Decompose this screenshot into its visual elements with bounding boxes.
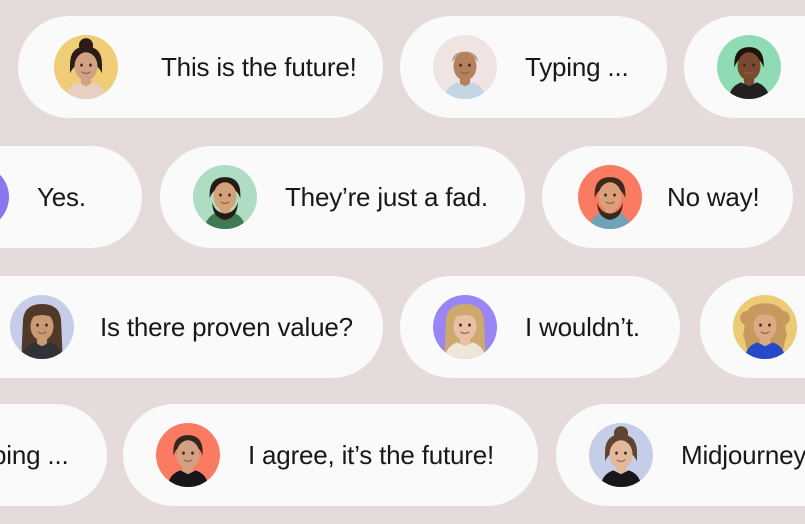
message-pill-midjourney[interactable]: Midjourney.: [556, 404, 805, 506]
avatar-woman-violet: [433, 295, 497, 359]
avatar-woman-lavender: [589, 423, 653, 487]
message-pill-i-wouldnt[interactable]: I wouldn’t.: [400, 276, 680, 378]
avatar-man-coral-dark: [156, 423, 220, 487]
avatar-man-coral: [578, 165, 642, 229]
message-text: Typing ...: [525, 52, 629, 82]
message-text: This is the future!: [161, 52, 357, 82]
avatar-woman-periwinkle: [10, 295, 74, 359]
avatar-man-bald-blush: [433, 35, 497, 99]
message-text: I agree, it’s the future!: [248, 440, 494, 470]
message-pill-theyre-just-a-fad[interactable]: They’re just a fad.: [160, 146, 525, 248]
message-text: Yes.: [37, 182, 86, 212]
message-pill-cut-right-row1[interactable]: [684, 16, 805, 118]
avatar-woman-gold-curly: [733, 295, 797, 359]
avatar-man-mint: [717, 35, 781, 99]
message-text: No way!: [667, 182, 760, 212]
message-text: Typing ...: [0, 440, 69, 470]
avatar-woman-gold: [54, 35, 118, 99]
message-pill-typing-2[interactable]: Typing ...: [0, 404, 107, 506]
avatar-woman-purple: [0, 165, 9, 229]
message-text: Midjourney.: [681, 440, 805, 470]
message-text: They’re just a fad.: [285, 182, 488, 212]
message-pill-yes[interactable]: Yes.: [0, 146, 142, 248]
message-pill-typing-1[interactable]: Typing ...: [400, 16, 667, 118]
message-pill-i-agree-its-the-future[interactable]: I agree, it’s the future!: [123, 404, 538, 506]
message-pill-cut-right-row3[interactable]: [700, 276, 805, 378]
message-text: I wouldn’t.: [525, 312, 640, 342]
message-pill-is-there-proven-value[interactable]: Is there proven value?: [0, 276, 383, 378]
avatar-man-green: [193, 165, 257, 229]
message-text: Is there proven value?: [100, 312, 353, 342]
message-pill-marquee: This is the future! Typing ... Yes. They…: [0, 0, 805, 524]
message-pill-no-way[interactable]: No way!: [542, 146, 793, 248]
message-pill-this-is-the-future[interactable]: This is the future!: [18, 16, 383, 118]
